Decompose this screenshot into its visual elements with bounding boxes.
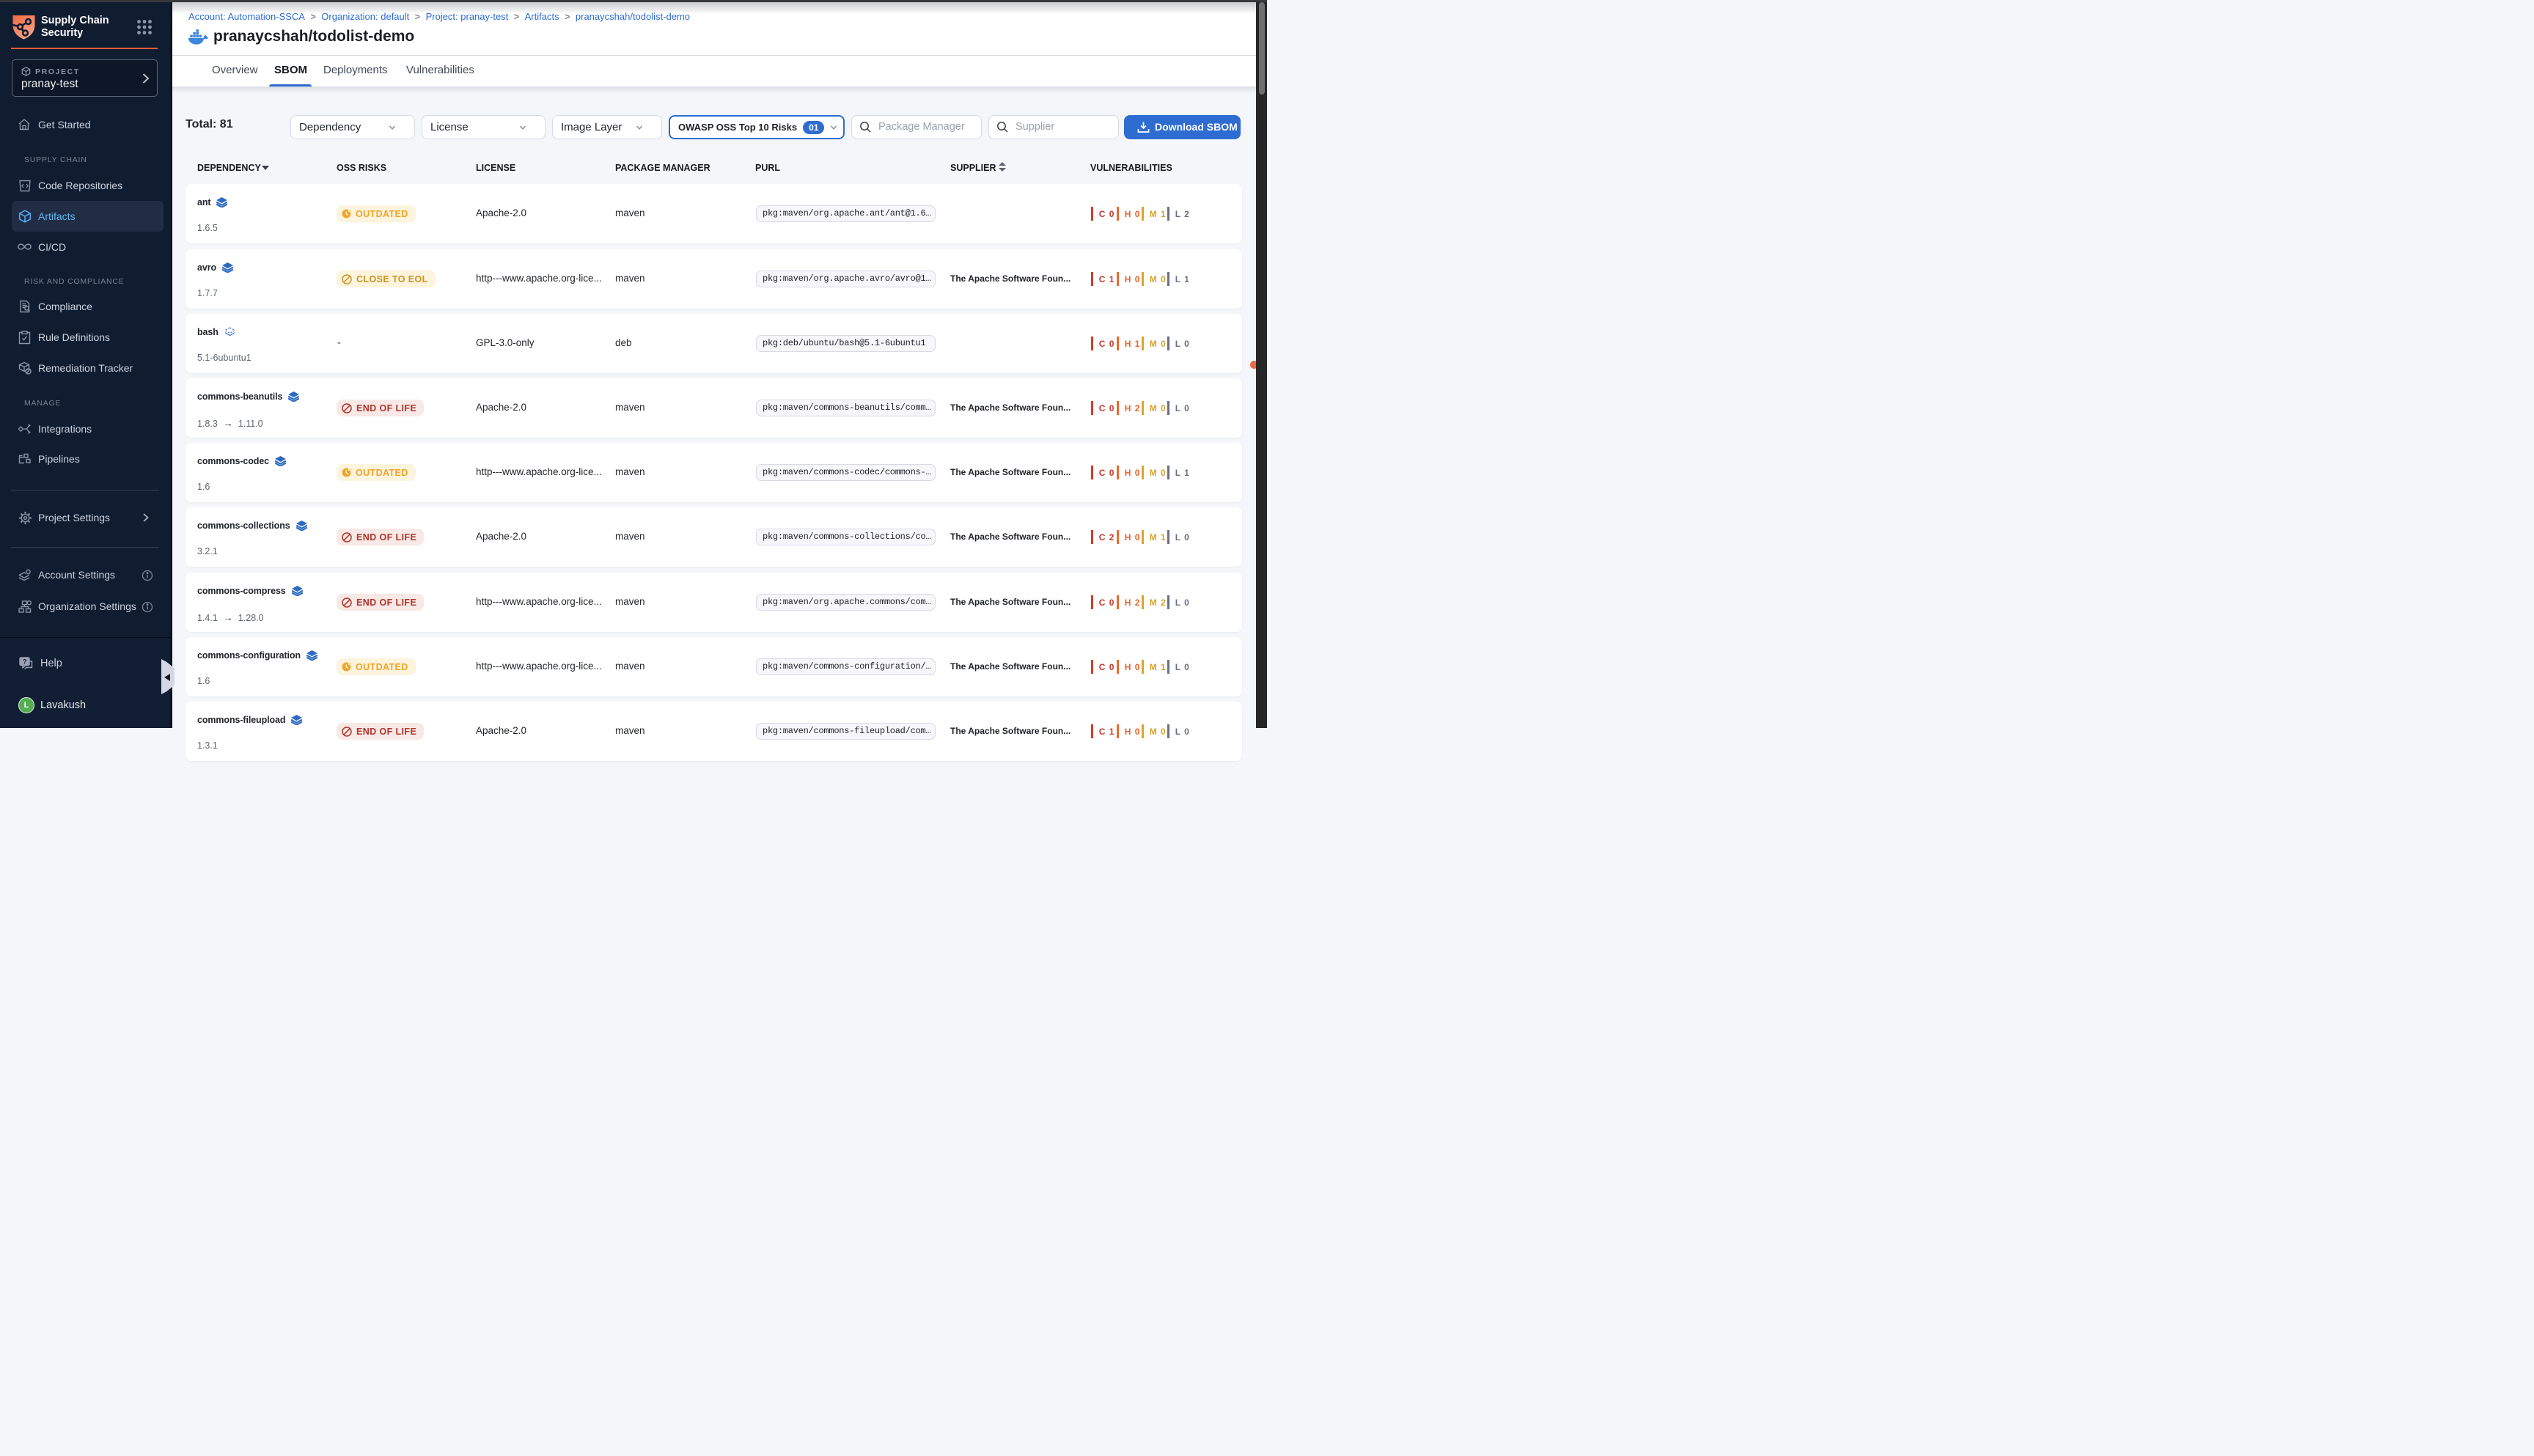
svg-text:?: ?	[23, 658, 27, 666]
